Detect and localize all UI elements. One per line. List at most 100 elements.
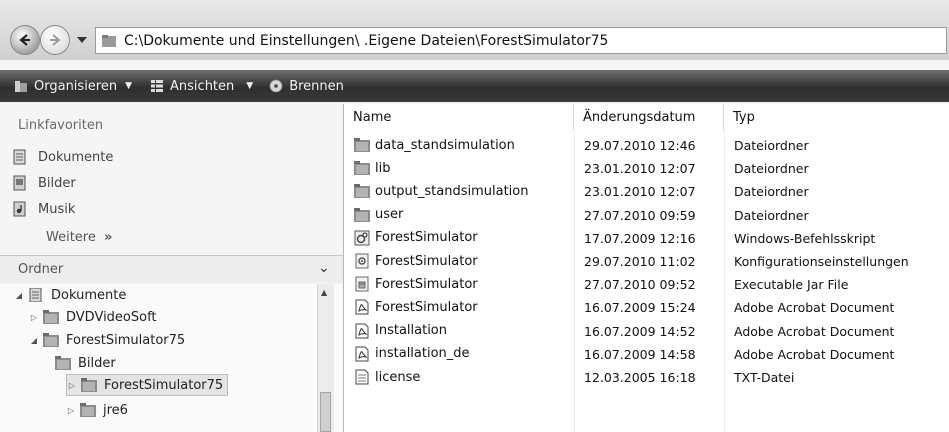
file-type-cell: Adobe Acrobat Document (734, 300, 895, 316)
more-label: Weitere (46, 230, 96, 245)
file-name-cell: ForestSimulator (354, 299, 478, 315)
modified-date-cell: 16.07.2009 14:58 (584, 346, 696, 362)
file-name: ForestSimulator (375, 299, 478, 315)
folder-icon (354, 184, 370, 199)
views-button[interactable]: Ansichten ▼ (150, 79, 253, 94)
more-favorites-link[interactable]: Weitere » (46, 230, 112, 245)
file-name-cell: license (354, 369, 420, 385)
modified-date-cell: 12.03.2005 16:18 (584, 370, 696, 385)
documents-icon (13, 149, 26, 165)
file-row[interactable]: lib 23.01.2010 12:07 Dateiordner (344, 157, 949, 180)
tree-item-forestsimulator75-selected[interactable]: ▷ ForestSimulator75 (66, 374, 229, 396)
folder-icon (80, 403, 96, 417)
views-label: Ansichten (170, 78, 235, 94)
file-name: ForestSimulator (375, 230, 478, 246)
file-name-cell: ForestSimulator (354, 253, 478, 269)
file-type-cell: Executable Jar File (734, 277, 849, 293)
file-row[interactable]: user 27.07.2010 09:59 Dateiordner (344, 204, 949, 227)
file-row[interactable]: ForestSimulator 29.07.2010 11:02 Konfigura… (344, 250, 949, 273)
burn-button[interactable]: Brennen (269, 79, 344, 94)
tree-item-jre6[interactable]: ▷ jre6 (66, 399, 128, 421)
collapsed-triangle-icon[interactable]: ▷ (67, 381, 77, 390)
views-icon (151, 80, 164, 92)
favorite-music[interactable]: Musik (12, 201, 75, 217)
folders-header: Ordner (18, 262, 64, 277)
expanded-triangle-icon[interactable]: ◢ (14, 291, 24, 300)
expanded-triangle-icon[interactable]: ◢ (29, 336, 39, 345)
file-name-cell: data_standsimulation (354, 137, 515, 153)
collapsed-triangle-icon[interactable]: ▷ (29, 313, 39, 322)
file-row[interactable]: ForestSimulator 16.07.2009 15:24 Adobe Acr… (344, 296, 949, 319)
jar-file-icon (355, 276, 369, 292)
history-dropdown-icon[interactable] (76, 35, 88, 45)
back-arrow-icon (19, 34, 30, 46)
modified-date-cell: 16.07.2009 14:52 (584, 323, 696, 339)
chevron-down-icon: ▼ (125, 81, 133, 91)
tree-scrollbar[interactable]: ▲ (317, 284, 334, 432)
file-name: ForestSimulator (375, 253, 478, 269)
organize-button[interactable]: Organisieren ▼ (14, 79, 132, 94)
favorite-pictures[interactable]: Bilder (12, 175, 76, 191)
tree-item-bilder[interactable]: Bilder (55, 352, 116, 374)
file-type-cell: Dateiordner (734, 207, 809, 223)
column-header-name[interactable]: Name (344, 104, 574, 130)
file-type-cell: Adobe Acrobat Document (734, 323, 895, 339)
organize-icon (15, 81, 27, 92)
tree-item-label: DVDVideoSoft (66, 309, 157, 325)
column-header-date[interactable]: Änderungsdatum (574, 104, 724, 130)
file-row[interactable]: license 12.03.2005 16:18 TXT-Datei (344, 366, 949, 389)
modified-date-cell: 17.07.2009 12:16 (584, 230, 696, 246)
file-type-cell: Dateiordner (734, 138, 809, 153)
tree-item-forestsimulator75[interactable]: ◢ ForestSimulator75 (29, 329, 185, 351)
file-name-cell: ForestSimulator (354, 276, 478, 292)
file-row[interactable]: ForestSimulator 17.07.2009 12:16 Windows-B… (344, 227, 949, 250)
tree-item-dvdvideosoft[interactable]: ▷ DVDVideoSoft (29, 306, 157, 328)
file-row[interactable]: data_standsimulation 29.07.2010 12:46 Date… (344, 134, 949, 157)
pdf-icon (355, 299, 369, 315)
address-field[interactable]: C:\Dokumente und Einstellungen\ .Eigene … (95, 27, 947, 54)
folder-tree: ◢ Dokumente ▷ DVDVideoSoft ◢ ForestSimul… (0, 284, 343, 432)
file-name-cell: output_standsimulation (354, 183, 528, 199)
file-type-cell: Konfigurationseinstellungen (734, 254, 909, 269)
file-name: license (375, 369, 421, 385)
scroll-up-icon[interactable]: ▲ (321, 288, 327, 297)
tree-item-label: ForestSimulator75 (66, 332, 186, 348)
scrollbar-thumb[interactable] (320, 392, 331, 432)
modified-date-cell: 16.07.2009 15:24 (584, 300, 696, 316)
batch-script-icon (354, 230, 370, 246)
address-path: C:\Dokumente und Einstellungen\ .Eigene … (124, 32, 609, 49)
forward-button[interactable] (40, 25, 70, 55)
folders-header-bar[interactable]: Ordner ⌄ (0, 255, 343, 283)
file-name-cell: Installation (354, 323, 447, 339)
favorites-header: Linkfavoriten (18, 118, 104, 133)
file-type-cell: TXT-Datei (734, 370, 795, 385)
forward-arrow-icon (50, 34, 61, 46)
file-name: output_standsimulation (375, 183, 529, 199)
tree-item-label: ForestSimulator75 (104, 377, 224, 393)
text-file-icon (355, 369, 369, 385)
file-name: ForestSimulator (375, 276, 478, 292)
pdf-icon (355, 323, 369, 339)
file-row[interactable]: installation_de 16.07.2009 14:58 Adobe Acr… (344, 343, 949, 366)
favorite-documents[interactable]: Dokumente (12, 149, 113, 165)
column-header-type[interactable]: Typ (724, 104, 949, 130)
pictures-icon (13, 175, 26, 191)
file-row[interactable]: output_standsimulation 23.01.2010 12:07 Da… (344, 180, 949, 203)
folder-icon (102, 34, 116, 47)
collapsed-triangle-icon[interactable]: ▷ (66, 406, 76, 415)
modified-date-cell: 27.07.2010 09:59 (584, 207, 696, 223)
file-name: lib (375, 160, 391, 176)
favorite-label: Bilder (38, 175, 76, 191)
navigation-pane: Linkfavoriten Dokumente Bilder Musik Wei… (0, 104, 344, 432)
file-row[interactable]: Installation 16.07.2009 14:52 Adobe Acroba… (344, 320, 949, 343)
documents-icon (29, 288, 42, 302)
folder-icon (55, 356, 71, 370)
chevron-down-icon: ▼ (246, 81, 254, 91)
folder-icon (43, 310, 59, 324)
back-button[interactable] (10, 25, 40, 55)
file-row[interactable]: ForestSimulator 27.07.2010 09:52 Executabl… (344, 273, 949, 296)
file-list: Name Änderungsdatum Typ data_standsimula… (344, 104, 949, 432)
folder-icon (43, 333, 59, 347)
tree-item-dokumente[interactable]: ◢ Dokumente (14, 284, 126, 306)
modified-date-cell: 29.07.2010 11:02 (584, 254, 696, 269)
